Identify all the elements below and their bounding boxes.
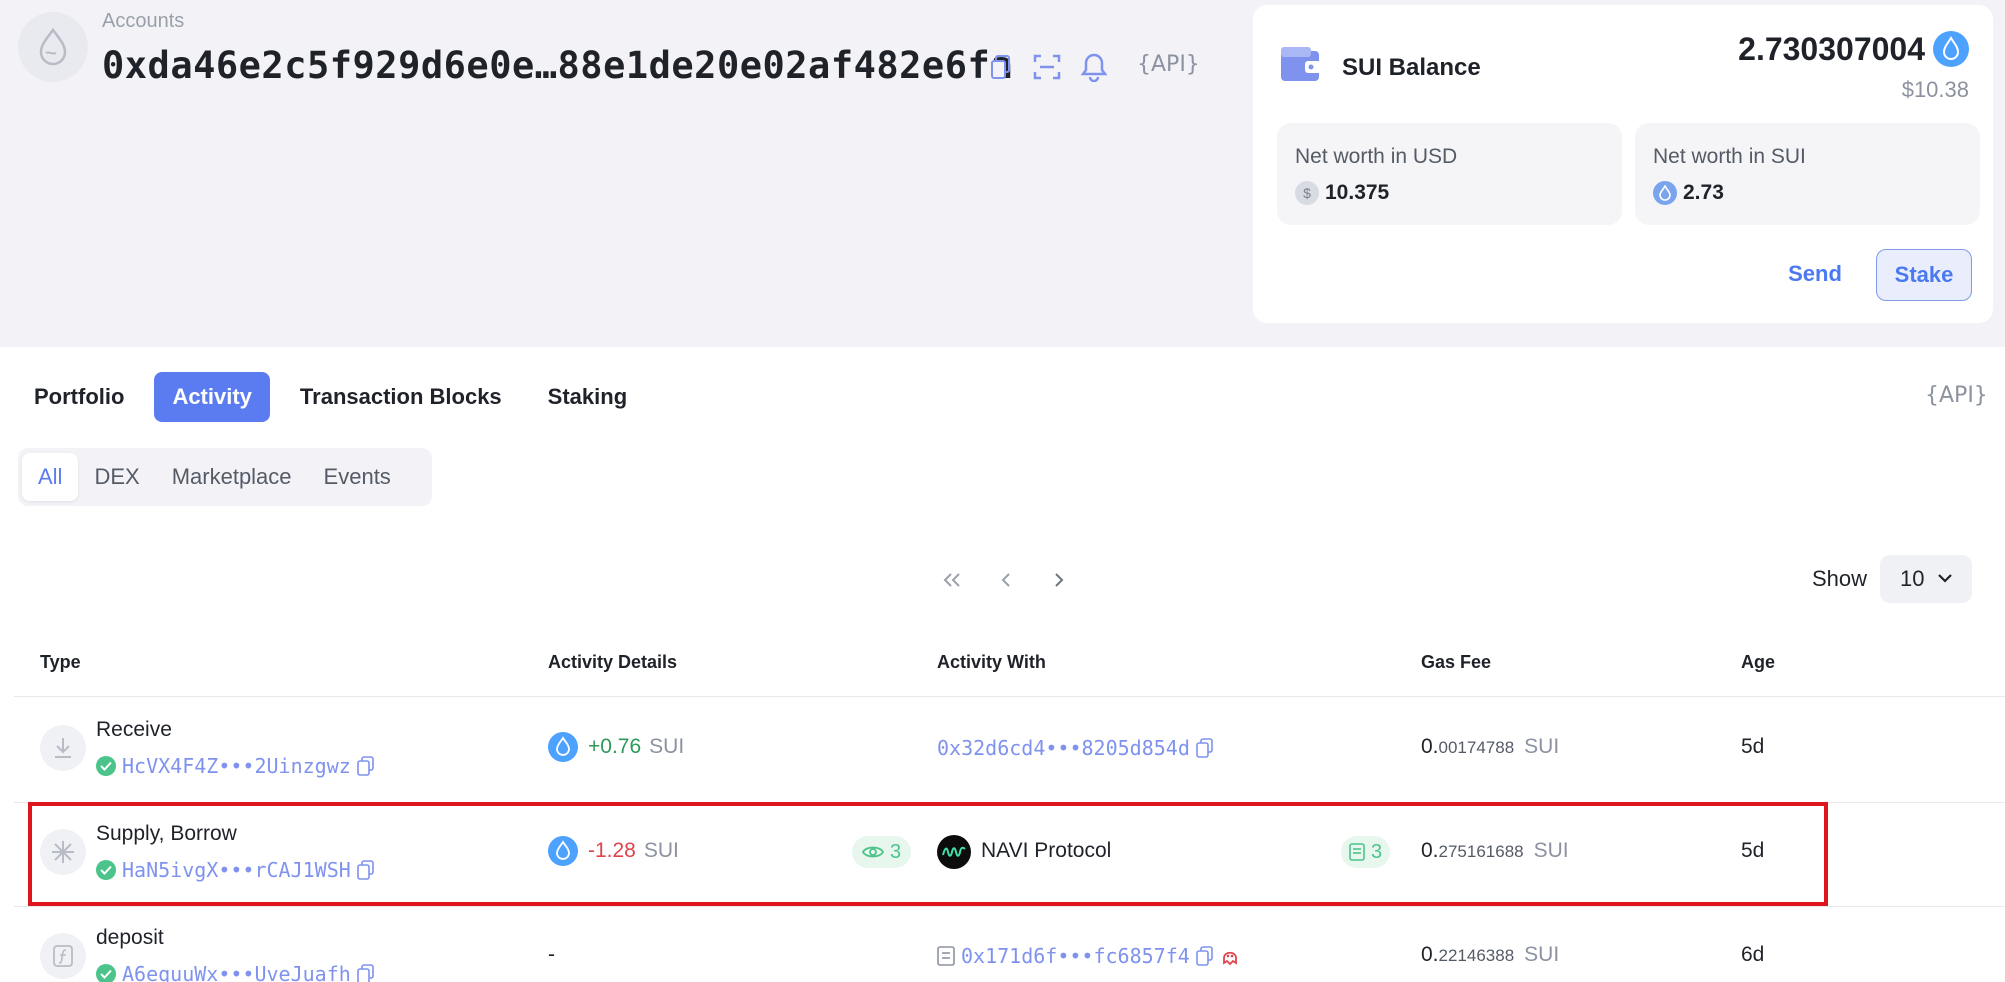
double-chevron-left-icon [943,573,960,587]
accounts-label: Accounts [102,10,185,32]
send-button[interactable]: Send [1769,249,1861,299]
copy-icon[interactable] [356,964,375,982]
row-age: 6d [1741,943,1765,966]
gas-frac: 22146388 [1438,946,1515,965]
row-gas-fee: 0.00174788 SUI [1421,735,1559,759]
chevron-left-icon [1001,573,1010,587]
gas-int: 0. [1421,943,1439,966]
package-icon [937,946,955,966]
row-digest[interactable]: A6equuWx•••UveJuafh [96,962,375,982]
qr-scan-icon[interactable] [1030,50,1064,84]
sui-coin-small-icon [1653,181,1677,205]
net-worth-sui-label: Net worth in SUI [1653,145,1806,168]
row-amount: +0.76 SUI [588,735,684,759]
row-gas-fee: 0.22146388 SUI [1421,943,1559,967]
col-header-age: Age [1741,652,1776,672]
dollar-coin-icon: $ [1295,181,1319,205]
api-link-header[interactable]: {API} [1137,52,1200,77]
chevron-down-icon [1938,574,1952,583]
net-worth-usd-label: Net worth in USD [1295,145,1458,168]
bell-icon[interactable] [1077,50,1111,84]
counterparty-address[interactable]: 0x32d6cd4•••8205d854d [937,736,1190,760]
success-check-icon [96,964,116,982]
table-divider [14,696,2005,697]
function-icon [40,933,86,979]
show-label: Show [1812,566,1868,591]
subtab-all[interactable]: All [22,453,79,501]
api-link-tabs[interactable]: {API} [1925,383,1988,408]
receive-icon [40,725,86,771]
account-header: Accounts 0xda46e2c5f929d6e0e…88e1de20e02… [0,0,2005,347]
warning-octopus-icon [1222,951,1237,966]
copy-icon[interactable] [1195,946,1214,966]
col-header-activity-details: Activity Details [548,652,678,672]
stake-button[interactable]: Stake [1876,249,1972,301]
account-address: 0xda46e2c5f929d6e0e…88e1de20e02af482e6fa [102,44,1014,87]
net-worth-usd-value: 10.375 [1325,181,1390,204]
page-size-value: 10 [1900,566,1925,591]
copy-icon[interactable] [356,756,375,776]
main-tabs: Portfolio Activity Transaction Blocks St… [18,372,657,422]
gas-int: 0. [1421,735,1439,758]
page-size-select[interactable]: 10 [1880,555,1972,603]
copy-address-icon[interactable] [984,50,1018,84]
row-activity-with[interactable]: 0x32d6cd4•••8205d854d [937,736,1214,760]
row-details-empty: - [548,943,555,966]
wallet-icon [1281,47,1321,81]
counterparty-address[interactable]: 0x171d6f•••fc6857f4 [961,944,1190,968]
amount-value: +0.76 [588,735,642,758]
net-worth-sui-box: Net worth in SUI 2.73 [1635,123,1980,225]
highlight-box [28,802,1828,906]
row-type: deposit [96,926,164,949]
gas-frac: 00174788 [1438,738,1515,757]
sui-drop-icon [39,27,67,66]
success-check-icon [96,756,116,776]
first-page-button[interactable] [937,565,967,595]
row-digest-text: A6equuWx•••UveJuafh [122,962,351,982]
sui-coin-icon [548,732,578,762]
chevron-right-icon [1055,573,1064,587]
net-worth-usd-box: Net worth in USD $ 10.375 [1277,123,1622,225]
tab-staking[interactable]: Staking [532,372,643,422]
tab-transaction-blocks[interactable]: Transaction Blocks [284,372,518,422]
activity-filter-tabs: All DEX Marketplace Events [18,448,432,506]
row-age: 5d [1741,735,1765,758]
next-page-button[interactable] [1044,565,1074,595]
account-avatar [18,12,88,82]
row-digest[interactable]: HcVX4F4Z•••2Uinzgwz [96,754,375,778]
balance-title: SUI Balance [1342,54,1481,81]
row-type: Receive [96,718,172,741]
subtab-dex[interactable]: DEX [78,453,155,501]
gas-unit: SUI [1524,943,1560,966]
prev-page-button[interactable] [991,565,1021,595]
row-digest-text: HcVX4F4Z•••2Uinzgwz [122,754,351,778]
col-header-type: Type [40,652,81,672]
table-divider [14,906,2005,907]
gas-unit: SUI [1524,735,1560,758]
tab-activity[interactable]: Activity [154,372,270,422]
net-worth-sui-value: 2.73 [1683,181,1724,204]
subtab-marketplace[interactable]: Marketplace [156,453,308,501]
balance-amount: 2.730307004 [1738,31,1925,67]
amount-unit: SUI [649,735,685,758]
tab-portfolio[interactable]: Portfolio [18,372,140,422]
row-activity-with[interactable]: 0x171d6f•••fc6857f4 [937,944,1240,968]
balance-usd: $10.38 [1901,77,1969,102]
subtab-events[interactable]: Events [308,453,407,501]
balance-card: SUI Balance 2.730307004 $10.38 Net worth… [1253,5,1993,323]
col-header-activity-with: Activity With [937,652,1046,672]
sui-coin-icon [1933,31,1969,67]
col-header-gas-fee: Gas Fee [1421,652,1492,672]
copy-icon[interactable] [1196,738,1214,758]
